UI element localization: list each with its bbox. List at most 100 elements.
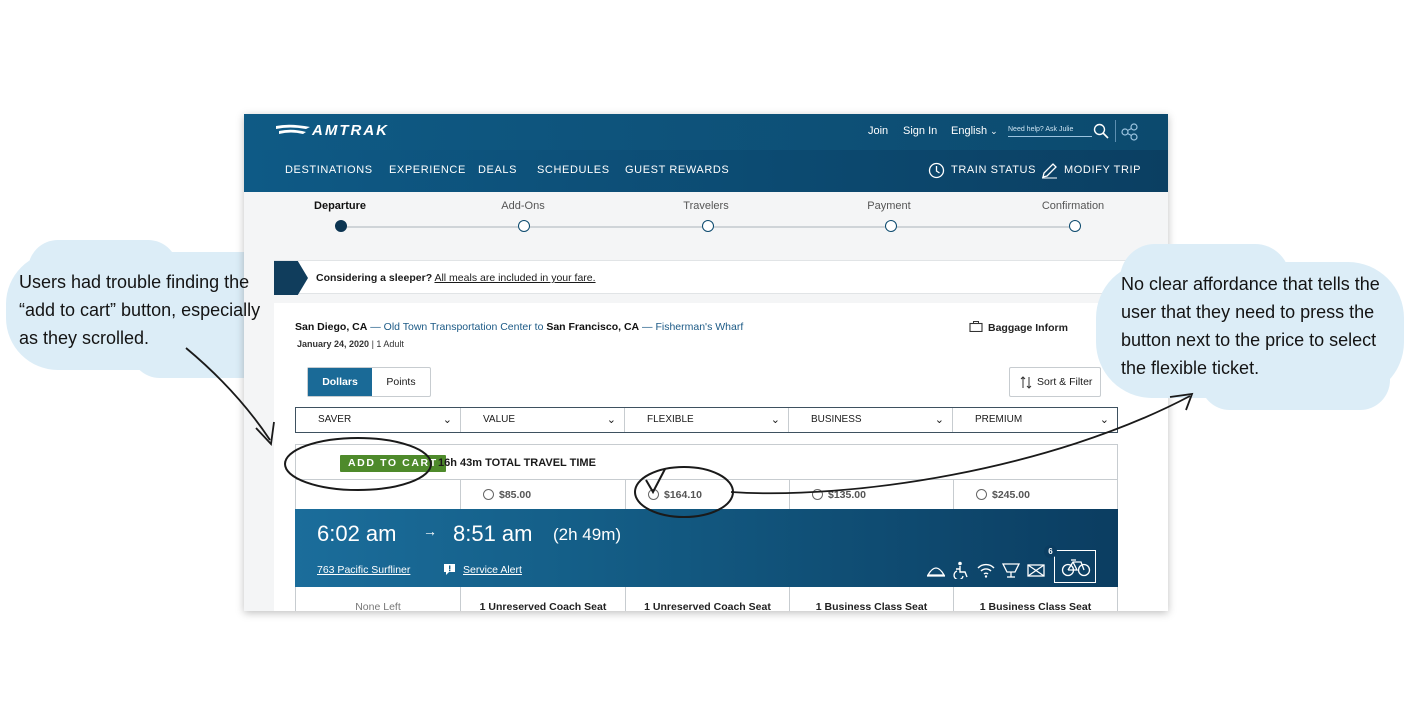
progress-dot (885, 220, 897, 232)
price-option-value[interactable]: $85.00 (460, 480, 625, 510)
progress-dot (1069, 220, 1081, 232)
modify-trip-button[interactable]: MODIFY TRIP (1064, 164, 1141, 176)
cafe-icon (1001, 563, 1021, 578)
chevron-down-icon: ⌄ (934, 414, 944, 426)
seat-availability: 1 Business Class Seat (789, 587, 953, 611)
banner-text: Considering a sleeper? All meals are inc… (316, 272, 596, 284)
nav-experience[interactable]: EXPERIENCE (389, 164, 466, 176)
points-tab[interactable]: Points (372, 368, 430, 396)
radio-button[interactable] (976, 489, 987, 500)
pencil-icon (1042, 163, 1057, 179)
sort-filter-button[interactable]: Sort & Filter (1009, 367, 1101, 397)
currency-toggle: Dollars Points (307, 367, 431, 397)
annotation-line: “add to cart” button, especially (19, 300, 261, 320)
sleeper-banner: Considering a sleeper? All meals are inc… (274, 260, 1168, 295)
nav-destinations[interactable]: DESTINATIONS (285, 164, 373, 176)
language-label: English (951, 125, 988, 137)
nav-guest-rewards[interactable]: GUEST REWARDS (625, 164, 729, 176)
annotation-line: Users had trouble finding the (19, 272, 250, 292)
right-annotation-text: No clear affordance that tells the user … (1121, 270, 1380, 382)
fare-tab-premium[interactable]: PREMIUM ⌄ (953, 408, 1117, 432)
trip-date-line: January 24, 2020 | 1 Adult (297, 339, 404, 349)
train-link[interactable]: 763 Pacific Surfliner (317, 564, 410, 576)
baggage-info-link[interactable]: Baggage Inform (969, 321, 1068, 334)
origin-city: San Diego, CA (295, 321, 368, 333)
fare-tab-saver[interactable]: SAVER ⌄ (296, 408, 461, 432)
destination-station: — Fisherman's Wharf (642, 321, 744, 333)
bike-reservation[interactable]: 6 (1044, 545, 1096, 583)
radio-button[interactable] (483, 489, 494, 500)
progress-dot (518, 220, 530, 232)
dollars-tab[interactable]: Dollars (308, 368, 372, 396)
price-value: $245.00 (992, 489, 1030, 501)
no-smoking-icon (1027, 564, 1045, 577)
seat-availability: 1 Business Class Seat (953, 587, 1117, 611)
price-value: $85.00 (499, 489, 532, 501)
arrow-icon: → (423, 523, 437, 539)
nav-schedules[interactable]: SCHEDULES (537, 164, 610, 176)
chevron-down-icon: ⌄ (442, 414, 452, 426)
fare-tab-label: PREMIUM (975, 414, 1023, 425)
fare-class-header: SAVER ⌄ VALUE ⌄ FLEXIBLE ⌄ BUSINESS ⌄ PREMIU… (295, 407, 1118, 433)
fare-tab-flexible[interactable]: FLEXIBLE ⌄ (625, 408, 789, 432)
radio-button[interactable] (812, 489, 823, 500)
step-departure: Departure (314, 200, 366, 212)
traveler-count: 1 Adult (376, 339, 404, 349)
clock-icon (928, 162, 945, 179)
fare-tab-label: FLEXIBLE (647, 414, 694, 425)
main-nav: DESTINATIONS EXPERIENCE DEALS SCHEDULES … (244, 150, 1168, 192)
amtrak-logo[interactable]: AMTRAK (276, 122, 389, 139)
price-option-business[interactable]: $135.00 (789, 480, 953, 510)
baggage-label: Baggage Inform (988, 322, 1068, 334)
language-select[interactable]: English ⌄ (951, 125, 998, 137)
join-link[interactable]: Join (868, 125, 888, 137)
train-status-button[interactable]: TRAIN STATUS (951, 164, 1036, 176)
trip-date: January 24, 2020 (297, 339, 370, 349)
share-icon[interactable] (1121, 123, 1139, 141)
annotation-line: as they scrolled. (19, 328, 150, 348)
price-row: $85.00 $164.10 $135.00 $245.00 (296, 479, 1117, 510)
route-summary: San Diego, CA — Old Town Transportation … (295, 321, 743, 333)
trip-segment: 6:02 am → 8:51 am (2h 49m) 763 Pacific S… (295, 509, 1118, 587)
seat-availability-row: None Left 1 Unreserved Coach Seat 1 Unre… (295, 587, 1118, 611)
banner-link[interactable]: All meals are included in your fare. (434, 272, 595, 284)
add-to-cart-button[interactable]: ADD TO CART (340, 455, 446, 472)
annotation-line: the flexible ticket. (1121, 358, 1260, 378)
baggage-icon (969, 321, 983, 333)
fare-grid: ADD TO CART 16h 43m TOTAL TRAVEL TIME $8… (295, 444, 1118, 510)
depart-time: 6:02 am (317, 521, 397, 546)
search-input[interactable]: Need help? Ask Julie (1008, 126, 1073, 133)
total-travel-time: 16h 43m TOTAL TRAVEL TIME (438, 457, 596, 469)
step-travelers: Travelers (683, 200, 729, 212)
fare-tab-business[interactable]: BUSINESS ⌄ (789, 408, 953, 432)
chevron-down-icon: ⌄ (606, 414, 616, 426)
seat-availability: None Left (355, 601, 401, 611)
arrive-time: 8:51 am (453, 521, 533, 546)
search-underline (1008, 136, 1092, 137)
annotation-line: user that they need to press the (1121, 302, 1375, 322)
service-alert-link[interactable]: Service Alert (463, 564, 522, 576)
left-annotation-text: Users had trouble finding the “add to ca… (19, 268, 260, 352)
divider (1115, 120, 1116, 142)
alert-icon (444, 564, 455, 575)
radio-button[interactable] (648, 489, 659, 500)
banner-flag (274, 261, 308, 295)
search-icon[interactable] (1093, 123, 1109, 139)
fare-tab-label: SAVER (318, 414, 352, 425)
sort-icon (1020, 376, 1032, 389)
fare-tab-value[interactable]: VALUE ⌄ (461, 408, 625, 432)
price-option-flexible[interactable]: $164.10 (625, 480, 789, 510)
wifi-icon (977, 563, 995, 578)
amtrak-wave-icon (276, 124, 310, 135)
sort-filter-label: Sort & Filter (1037, 376, 1093, 388)
annotation-line: No clear affordance that tells the (1121, 274, 1380, 294)
nav-deals[interactable]: DEALS (478, 164, 517, 176)
seat-availability: 1 Unreserved Coach Seat (460, 587, 625, 611)
bike-icon (1061, 559, 1091, 577)
price-option-premium[interactable]: $245.00 (953, 480, 1117, 510)
sign-in-link[interactable]: Sign In (903, 125, 937, 137)
banner-lead: Considering a sleeper? (316, 272, 433, 284)
step-payment: Payment (867, 200, 911, 212)
accessible-icon (953, 561, 968, 579)
destination-city: San Francisco, CA (546, 321, 640, 333)
